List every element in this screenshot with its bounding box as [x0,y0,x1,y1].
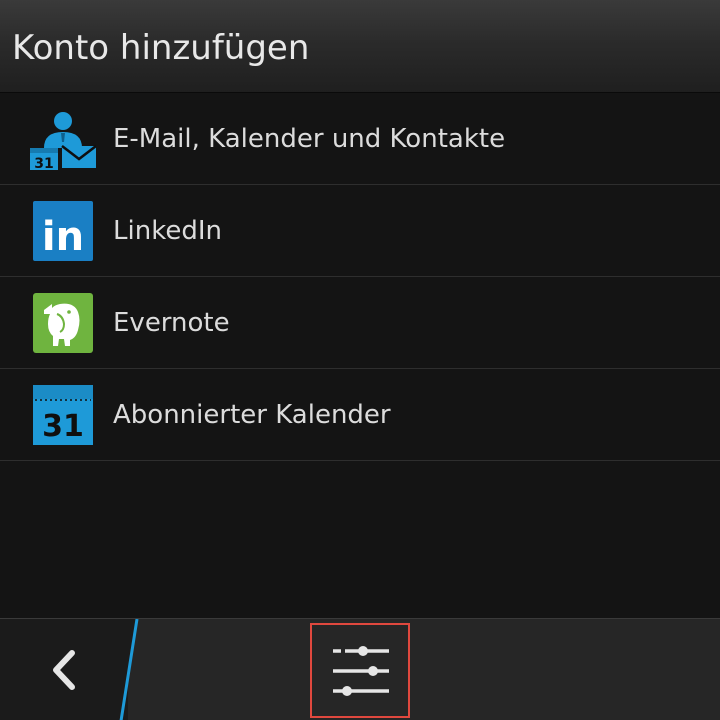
account-item-label: Evernote [113,308,230,338]
linkedin-logo-text: in [42,214,84,260]
account-item-label: LinkedIn [113,216,222,246]
account-item-email-calendar-contacts[interactable]: 31 E-Mail, Kalender und Kontakte [0,93,720,185]
account-item-subscribed-calendar[interactable]: 31 Abonnierter Kalender [0,369,720,461]
add-account-screen: Konto hinzufügen 31 E-Mail, Kalender und… [0,0,720,720]
back-button[interactable] [0,619,139,720]
action-bar [0,618,720,720]
calendar-day-number: 31 [42,409,84,444]
account-item-label: Abonnierter Kalender [113,400,391,430]
account-item-label: E-Mail, Kalender und Kontakte [113,124,506,154]
account-item-linkedin[interactable]: in LinkedIn [0,185,720,277]
sliders-icon [333,646,389,696]
account-item-evernote[interactable]: Evernote [0,277,720,369]
page-title: Konto hinzufügen [12,28,310,68]
linkedin-icon: in [30,200,96,262]
calendar-day-number: 31 [34,156,53,170]
subscribed-calendar-icon: 31 [30,384,96,446]
evernote-icon [30,292,96,354]
email-calendar-contacts-icon: 31 [30,108,96,170]
title-bar: Konto hinzufügen [0,0,720,93]
settings-button[interactable] [310,623,410,718]
chevron-left-icon [53,650,75,690]
account-type-list: 31 E-Mail, Kalender und Kontakte in Link… [0,93,720,461]
